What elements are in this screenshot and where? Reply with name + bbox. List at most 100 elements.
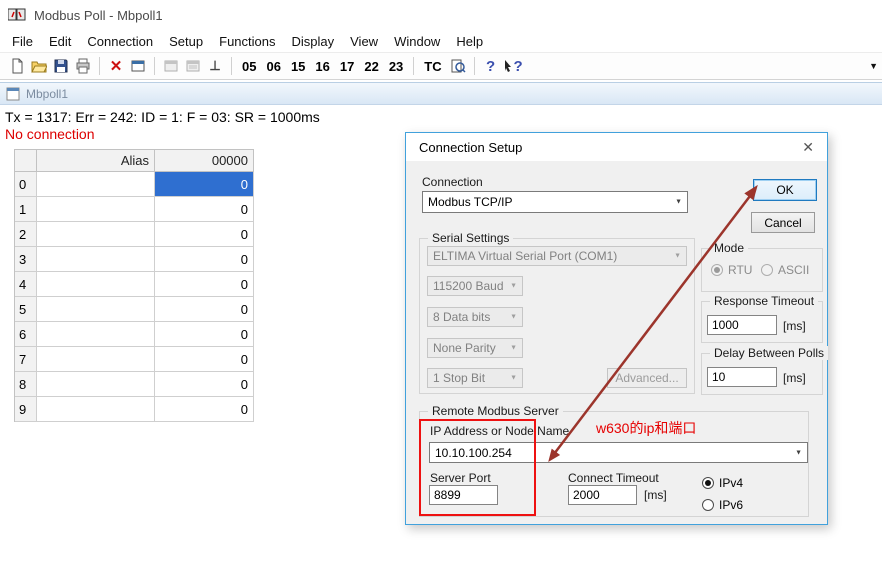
child-titlebar[interactable]: Mbpoll1 bbox=[0, 83, 882, 105]
response-timeout-label: Response Timeout bbox=[710, 294, 818, 308]
row-header-cell[interactable]: 2 bbox=[15, 222, 37, 247]
chevron-down-icon: ▼ bbox=[674, 253, 681, 260]
row-header-cell[interactable]: 4 bbox=[15, 272, 37, 297]
connection-type-value: Modbus TCP/IP bbox=[428, 195, 512, 209]
corner-header-cell[interactable] bbox=[15, 150, 37, 172]
server-port-value: 8899 bbox=[434, 488, 461, 502]
value-cell[interactable]: 0 bbox=[155, 372, 254, 397]
titlebar[interactable]: Modbus Poll - Mbpoll1 bbox=[0, 0, 882, 30]
cancel-button[interactable]: Cancel bbox=[751, 212, 815, 233]
row-header-cell[interactable]: 8 bbox=[15, 372, 37, 397]
alias-cell[interactable] bbox=[37, 397, 155, 422]
row-header-cell[interactable]: 6 bbox=[15, 322, 37, 347]
traffic-monitor-button[interactable] bbox=[447, 55, 469, 77]
function-23-button[interactable]: 23 bbox=[384, 57, 408, 76]
connection-label: Connection bbox=[422, 175, 483, 189]
alias-cell[interactable] bbox=[37, 347, 155, 372]
row-header-cell[interactable]: 9 bbox=[15, 397, 37, 422]
value-cell[interactable]: 0 bbox=[155, 397, 254, 422]
dialog-titlebar[interactable]: Connection Setup ✕ bbox=[406, 133, 827, 161]
radio-icon bbox=[761, 264, 773, 276]
function-06-button[interactable]: 06 bbox=[261, 57, 285, 76]
function-17-button[interactable]: 17 bbox=[335, 57, 359, 76]
test-center-button[interactable]: TC bbox=[419, 57, 446, 76]
menu-setup[interactable]: Setup bbox=[161, 32, 211, 51]
poll-definition-button[interactable] bbox=[127, 55, 149, 77]
close-icon[interactable]: ✕ bbox=[802, 139, 814, 156]
disconnect-button[interactable]: ✕ bbox=[105, 55, 127, 77]
value-cell[interactable]: 0 bbox=[155, 322, 254, 347]
row-header-cell[interactable]: 3 bbox=[15, 247, 37, 272]
gray-window-icon bbox=[185, 58, 201, 74]
toolbar-separator bbox=[474, 57, 475, 75]
alias-cell[interactable] bbox=[37, 247, 155, 272]
row-header-cell[interactable]: 7 bbox=[15, 347, 37, 372]
connect-timeout-input[interactable]: 2000 bbox=[568, 485, 637, 505]
row-header-cell[interactable]: 5 bbox=[15, 297, 37, 322]
ok-button[interactable]: OK bbox=[753, 179, 817, 201]
register-header-cell[interactable]: 00000 bbox=[155, 150, 254, 172]
menu-view[interactable]: View bbox=[342, 32, 386, 51]
value-cell[interactable]: 0 bbox=[155, 297, 254, 322]
ipv6-radio[interactable]: IPv6 bbox=[702, 498, 743, 512]
ip-address-input[interactable]: 10.10.100.254 ▼ bbox=[429, 442, 808, 463]
toolbar-overflow-icon[interactable]: ▼ bbox=[869, 61, 878, 71]
function-15-button[interactable]: 15 bbox=[286, 57, 310, 76]
alias-cell[interactable] bbox=[37, 197, 155, 222]
ip-address-value: 10.10.100.254 bbox=[435, 446, 512, 460]
alias-cell[interactable] bbox=[37, 222, 155, 247]
grid-row: 60 bbox=[15, 322, 254, 347]
function-16-button[interactable]: 16 bbox=[310, 57, 334, 76]
open-file-button[interactable] bbox=[28, 55, 50, 77]
new-file-button[interactable] bbox=[6, 55, 28, 77]
menu-connection[interactable]: Connection bbox=[79, 32, 161, 51]
value-cell[interactable]: 0 bbox=[155, 222, 254, 247]
print-button[interactable] bbox=[72, 55, 94, 77]
grid-row: 00 bbox=[15, 172, 254, 197]
window-title: Modbus Poll - Mbpoll1 bbox=[34, 8, 163, 23]
menu-display[interactable]: Display bbox=[284, 32, 343, 51]
alias-cell[interactable] bbox=[37, 297, 155, 322]
alias-header-cell[interactable]: Alias bbox=[37, 150, 155, 172]
value-cell[interactable]: 0 bbox=[155, 172, 254, 197]
magnifier-doc-icon bbox=[450, 58, 466, 74]
alias-cell[interactable] bbox=[37, 322, 155, 347]
menu-window[interactable]: Window bbox=[386, 32, 448, 51]
chevron-down-icon: ▼ bbox=[510, 375, 517, 382]
alias-cell[interactable] bbox=[37, 172, 155, 197]
connect-timeout-label: Connect Timeout bbox=[568, 471, 659, 485]
gray-window-icon bbox=[163, 58, 179, 74]
menu-file[interactable]: File bbox=[4, 32, 41, 51]
server-port-input[interactable]: 8899 bbox=[429, 485, 498, 505]
ascii-radio-label: ASCII bbox=[778, 263, 809, 277]
menu-edit[interactable]: Edit bbox=[41, 32, 79, 51]
menu-help[interactable]: Help bbox=[448, 32, 491, 51]
row-header-cell[interactable]: 0 bbox=[15, 172, 37, 197]
toolbar-separator bbox=[154, 57, 155, 75]
serial-port-value: ELTIMA Virtual Serial Port (COM1) bbox=[433, 249, 617, 263]
context-help-button[interactable]: ? bbox=[502, 55, 524, 77]
server-port-label: Server Port bbox=[430, 471, 491, 485]
alias-cell[interactable] bbox=[37, 272, 155, 297]
ipv4-radio[interactable]: IPv4 bbox=[702, 476, 743, 490]
save-button[interactable] bbox=[50, 55, 72, 77]
rtu-radio-label: RTU bbox=[728, 263, 752, 277]
function-22-button[interactable]: 22 bbox=[359, 57, 383, 76]
row-header-cell[interactable]: 1 bbox=[15, 197, 37, 222]
value-cell[interactable]: 0 bbox=[155, 247, 254, 272]
alias-cell[interactable] bbox=[37, 372, 155, 397]
value-cell[interactable]: 0 bbox=[155, 272, 254, 297]
value-cell[interactable]: 0 bbox=[155, 347, 254, 372]
connection-type-select[interactable]: Modbus TCP/IP ▼ bbox=[422, 191, 688, 213]
help-button[interactable]: ? bbox=[480, 55, 502, 77]
value-cell[interactable]: 0 bbox=[155, 197, 254, 222]
ipv6-radio-label: IPv6 bbox=[719, 498, 743, 512]
menu-functions[interactable]: Functions bbox=[211, 32, 283, 51]
single-poll-button[interactable]: ⊥ bbox=[204, 55, 226, 77]
ascii-radio: ASCII bbox=[761, 263, 809, 277]
function-05-button[interactable]: 05 bbox=[237, 57, 261, 76]
ok-button-label: OK bbox=[776, 183, 793, 197]
delay-input[interactable]: 10 bbox=[707, 367, 777, 387]
response-timeout-input[interactable]: 1000 bbox=[707, 315, 777, 335]
grid-body: 00102030405060708090 bbox=[15, 172, 254, 422]
